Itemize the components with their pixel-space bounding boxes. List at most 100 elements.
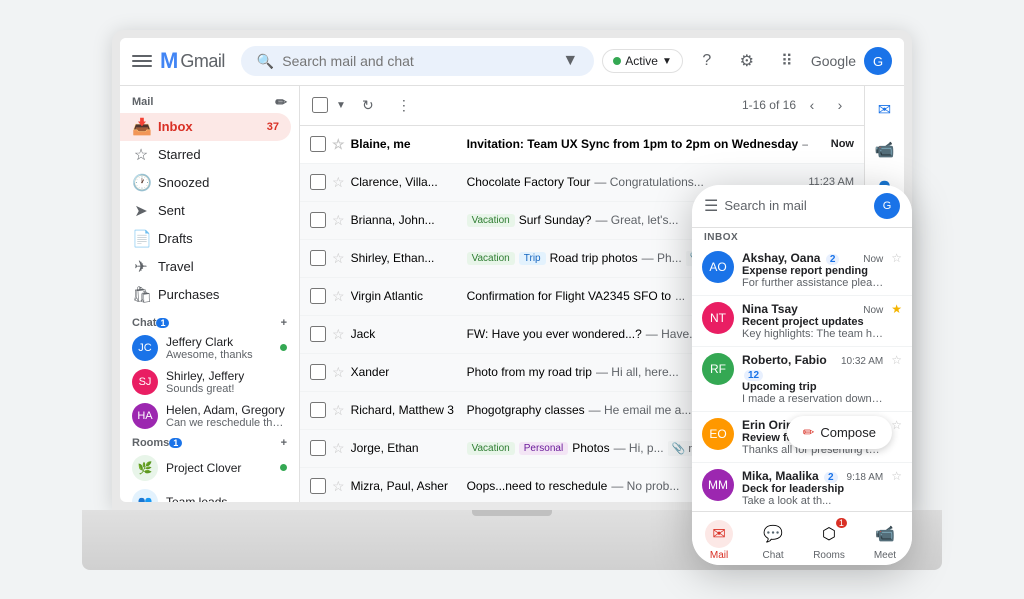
right-panel-mail-icon[interactable]: ✉ xyxy=(869,94,901,126)
sidebar-item-inbox[interactable]: 📥 Inbox 37 xyxy=(120,113,291,141)
refresh-icon[interactable]: ↻ xyxy=(354,91,382,119)
email-checkbox[interactable] xyxy=(310,288,326,304)
mail-section-label: Mail xyxy=(132,96,153,108)
star-icon[interactable]: ☆ xyxy=(332,174,345,191)
email-sender: Mizra, Paul, Asher xyxy=(351,479,461,493)
right-panel-meet-icon[interactable]: 📹 xyxy=(869,134,901,166)
select-dropdown-icon[interactable]: ▼ xyxy=(336,100,346,111)
phone-email-time: Now xyxy=(863,305,883,316)
sidebar-item-snoozed[interactable]: 🕐 Snoozed xyxy=(120,169,291,197)
phone-inbox-label: INBOX xyxy=(692,228,912,245)
sidebar-item-purchases[interactable]: 🛍 Purchases xyxy=(120,281,291,309)
email-checkbox[interactable] xyxy=(310,136,326,152)
search-input[interactable] xyxy=(282,53,554,69)
phone-email-item[interactable]: NT Nina Tsay Now Recent project updates … xyxy=(692,296,912,347)
apps-icon[interactable]: ⠿ xyxy=(771,45,803,77)
helen-name: Helen, Adam, Gregory xyxy=(166,403,287,417)
email-checkbox[interactable] xyxy=(310,440,326,456)
star-icon[interactable]: ☆ xyxy=(332,478,345,495)
phone-hamburger-icon[interactable]: ☰ xyxy=(704,196,718,216)
email-preview: — Great, let's... xyxy=(595,213,678,227)
star-icon[interactable]: ☆ xyxy=(332,136,345,153)
email-preview: ... xyxy=(675,289,685,303)
email-sender: Jack xyxy=(351,327,461,341)
helen-preview: Can we reschedule the meeti... xyxy=(166,417,287,429)
phone-star-icon[interactable]: ☆ xyxy=(891,418,902,432)
prev-page-icon[interactable]: ‹ xyxy=(800,93,824,117)
travel-label: Travel xyxy=(158,259,194,274)
inbox-label: Inbox xyxy=(158,119,193,134)
email-subject: Phogotgraphy classes xyxy=(467,403,585,417)
phone-star-icon[interactable]: ☆ xyxy=(891,353,902,367)
phone-star-icon[interactable]: ☆ xyxy=(891,251,902,265)
help-icon[interactable]: ? xyxy=(691,45,723,77)
phone-nav-rooms[interactable]: ⬡ 1 Rooms xyxy=(813,520,845,561)
email-checkbox[interactable] xyxy=(310,364,326,380)
phone-email-item[interactable]: AO Akshay, Oana 2 Now Expense report pen… xyxy=(692,245,912,296)
sidebar-item-travel[interactable]: ✈ Travel xyxy=(120,253,291,281)
email-checkbox[interactable] xyxy=(310,174,326,190)
sidebar-item-starred[interactable]: ☆ Starred xyxy=(120,141,291,169)
sidebar-item-drafts[interactable]: 📄 Drafts xyxy=(120,225,291,253)
table-row[interactable]: ☆ Blaine, me Invitation: Team UX Sync fr… xyxy=(300,126,864,164)
next-page-icon[interactable]: › xyxy=(828,93,852,117)
star-icon[interactable]: ☆ xyxy=(332,440,345,457)
star-icon[interactable]: ☆ xyxy=(332,250,345,267)
phone-email-name: Mika, Maalika 2 xyxy=(742,469,838,483)
compose-button[interactable]: ✏ Compose xyxy=(787,416,892,449)
phone-nav-chat[interactable]: 💬 Chat xyxy=(759,520,787,561)
phone-email-item[interactable]: RF Roberto, Fabio 12 10:32 AM Upcoming t… xyxy=(692,347,912,412)
email-sender: Blaine, me xyxy=(351,137,461,151)
gmail-wordmark: Gmail xyxy=(180,51,225,72)
chat-add-icon[interactable]: + xyxy=(281,317,287,329)
phone-nav-mail-label: Mail xyxy=(710,550,728,561)
page-info: 1-16 of 16 ‹ › xyxy=(742,93,852,117)
active-dot xyxy=(613,57,621,65)
settings-icon[interactable]: ⚙ xyxy=(731,45,763,77)
sidebar: Mail ✏ 📥 Inbox 37 ☆ Starred xyxy=(120,86,300,502)
phone-nav-rooms-icon: ⬡ 1 xyxy=(815,520,843,548)
phone-bottom-nav: ✉ Mail 💬 Chat ⬡ 1 Rooms 📹 Meet xyxy=(692,511,912,565)
chat-item-helen[interactable]: HA Helen, Adam, Gregory Can we reschedul… xyxy=(120,399,299,433)
rooms-add-icon[interactable]: + xyxy=(281,437,287,449)
sidebar-item-sent[interactable]: ➤ Sent xyxy=(120,197,291,225)
purchases-icon: 🛍 xyxy=(132,285,150,305)
email-checkbox[interactable] xyxy=(310,478,326,494)
phone-email-preview: I made a reservation downtown for t... xyxy=(742,393,883,405)
search-bar[interactable]: 🔍 ▼ xyxy=(241,46,594,76)
email-checkbox[interactable] xyxy=(310,212,326,228)
email-checkbox[interactable] xyxy=(310,250,326,266)
chat-section-header: Chat 1 + xyxy=(120,313,299,331)
select-all-checkbox[interactable] xyxy=(312,97,328,113)
email-subject: Chocolate Factory Tour xyxy=(467,175,591,189)
email-checkbox[interactable] xyxy=(310,402,326,418)
rooms-item-clover[interactable]: 🌿 Project Clover xyxy=(120,451,299,485)
email-sender: Brianna, John... xyxy=(351,213,461,227)
phone-email-item[interactable]: MM Mika, Maalika 2 9:18 AM Deck for lead… xyxy=(692,463,912,511)
phone-star-icon[interactable]: ☆ xyxy=(891,469,902,483)
active-status-badge[interactable]: Active ▼ xyxy=(602,49,683,73)
phone-nav-meet[interactable]: 📹 Meet xyxy=(871,520,899,561)
email-checkbox[interactable] xyxy=(310,326,326,342)
star-icon[interactable]: ☆ xyxy=(332,326,345,343)
search-dropdown-icon[interactable]: ▼ xyxy=(562,52,578,70)
chat-item-shirley[interactable]: SJ Shirley, Jeffery Sounds great! xyxy=(120,365,299,399)
hamburger-menu-icon[interactable] xyxy=(132,55,152,67)
phone-avatar[interactable]: G xyxy=(874,193,900,219)
user-avatar[interactable]: G xyxy=(864,47,892,75)
star-icon[interactable]: ☆ xyxy=(332,288,345,305)
email-preview: — He email me a... xyxy=(589,403,692,417)
email-tag-personal: Personal xyxy=(519,442,568,455)
page-numbers: 1-16 of 16 xyxy=(742,98,796,112)
star-icon[interactable]: ☆ xyxy=(332,364,345,381)
phone-nav-mail[interactable]: ✉ Mail xyxy=(705,520,733,561)
rooms-section-label: Rooms xyxy=(132,437,169,449)
phone-star-icon[interactable]: ★ xyxy=(891,302,902,316)
more-options-icon[interactable]: ⋮ xyxy=(390,91,418,119)
phone-email-avatar: MM xyxy=(702,469,734,501)
mail-edit-icon[interactable]: ✏ xyxy=(275,94,287,111)
star-icon[interactable]: ☆ xyxy=(332,212,345,229)
chat-item-jeffery[interactable]: JC Jeffery Clark Awesome, thanks xyxy=(120,331,299,365)
star-icon[interactable]: ☆ xyxy=(332,402,345,419)
rooms-item-teamleads[interactable]: 👥 Team leads xyxy=(120,485,299,502)
